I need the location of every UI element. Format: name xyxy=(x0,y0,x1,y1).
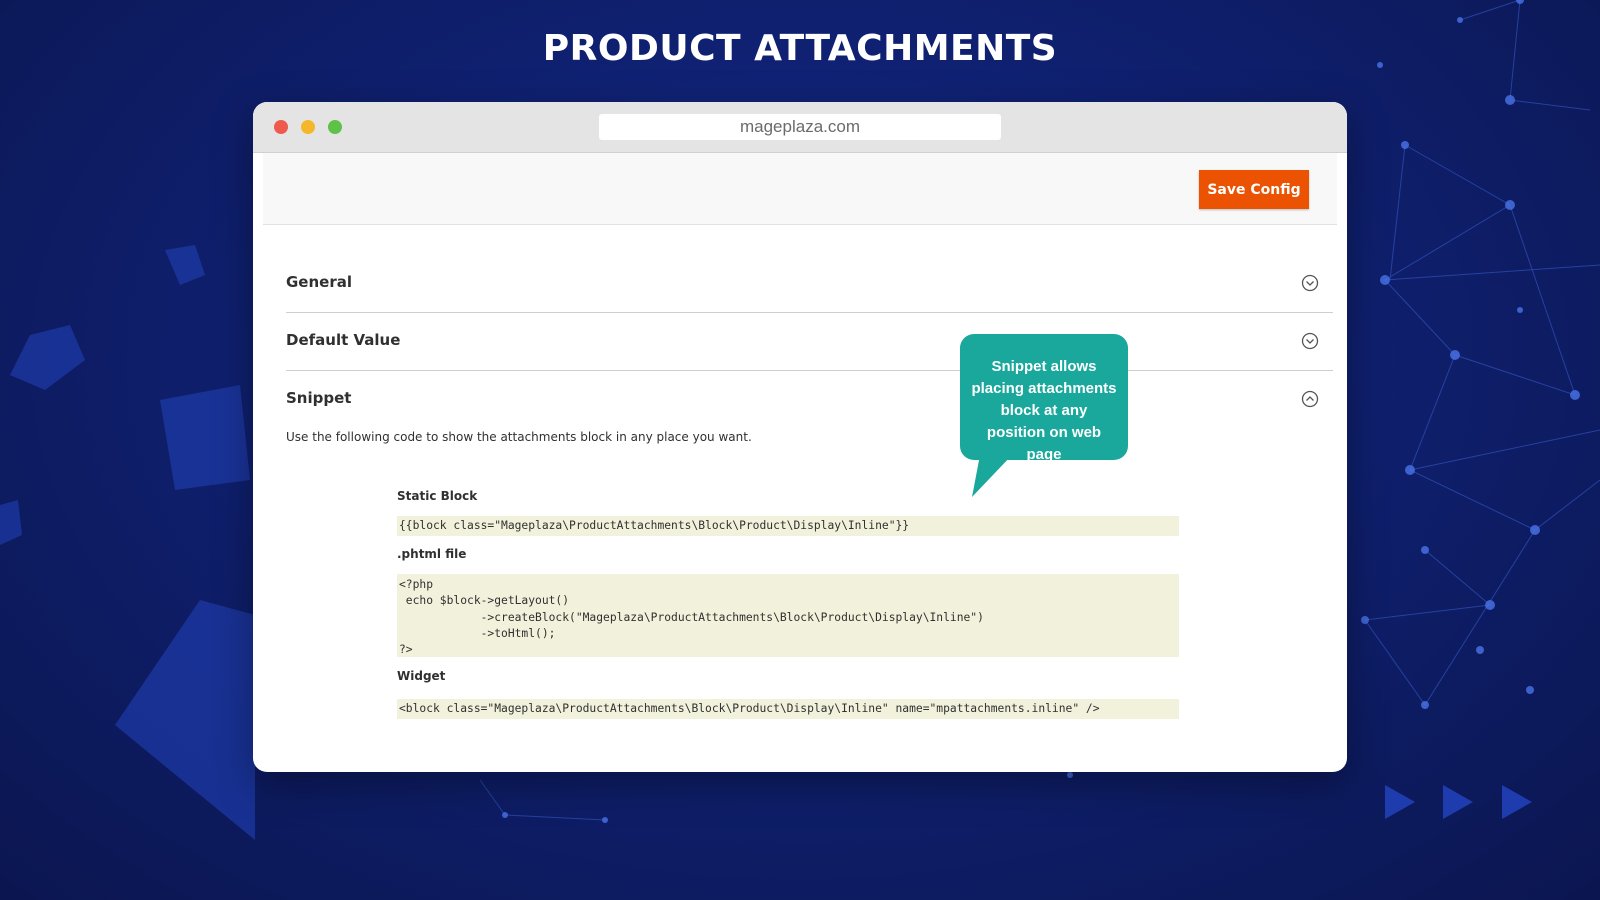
play-arrow-icon xyxy=(1443,785,1473,819)
save-config-button[interactable]: Save Config xyxy=(1199,170,1309,209)
section-default-value-label: Default Value xyxy=(286,331,401,349)
minimize-window-button[interactable] xyxy=(301,120,315,134)
browser-window: mageplaza.com Save Config General Defaul… xyxy=(253,102,1347,772)
section-general-label: General xyxy=(286,273,352,291)
widget-code[interactable]: <block class="Mageplaza\ProductAttachmen… xyxy=(397,699,1179,719)
chevron-down-circle-icon[interactable] xyxy=(1301,332,1319,350)
close-window-button[interactable] xyxy=(274,120,288,134)
section-snippet[interactable]: Snippet xyxy=(286,370,1333,428)
snippet-tooltip-callout: Snippet allows placing attachments block… xyxy=(960,334,1128,463)
static-block-label: Static Block xyxy=(397,489,478,503)
chevron-down-circle-icon[interactable] xyxy=(1301,274,1319,292)
address-bar[interactable]: mageplaza.com xyxy=(599,114,1001,140)
section-snippet-label: Snippet xyxy=(286,389,352,407)
browser-titlebar: mageplaza.com xyxy=(253,102,1347,153)
page-actions-toolbar: Save Config xyxy=(263,153,1337,225)
section-general[interactable]: General xyxy=(286,254,1333,313)
phtml-file-label: .phtml file xyxy=(397,547,467,561)
widget-label: Widget xyxy=(397,669,446,683)
section-default-value[interactable]: Default Value xyxy=(286,312,1333,371)
page-title: PRODUCT ATTACHMENTS xyxy=(542,28,1058,69)
chevron-up-circle-icon[interactable] xyxy=(1301,390,1319,408)
maximize-window-button[interactable] xyxy=(328,120,342,134)
phtml-file-code[interactable]: <?php echo $block->getLayout() ->createB… xyxy=(397,574,1179,657)
play-arrow-icon xyxy=(1502,785,1532,819)
play-arrow-icon xyxy=(1385,785,1415,819)
snippet-description: Use the following code to show the attac… xyxy=(286,430,752,444)
tooltip-pointer xyxy=(972,455,1012,497)
static-block-code[interactable]: {{block class="Mageplaza\ProductAttachme… xyxy=(397,516,1179,536)
